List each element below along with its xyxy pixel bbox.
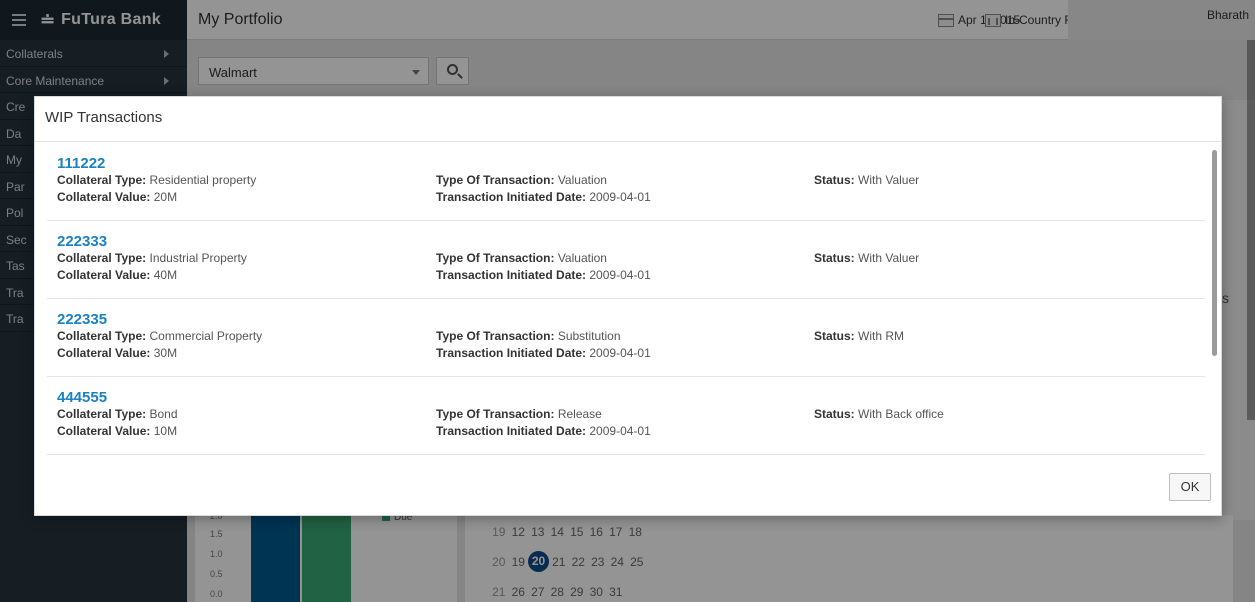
dialog-header: WIP Transactions <box>35 97 1221 142</box>
ok-button[interactable]: OK <box>1169 473 1211 501</box>
transaction-initiated-date-label: Transaction Initiated Date: <box>436 190 587 204</box>
transaction-initiated-date-value: 2009-04-01 <box>589 190 651 204</box>
collateral-type-field: Collateral Type: Residential property <box>57 173 256 187</box>
collateral-type-value: Bond <box>149 407 178 421</box>
page-scrollbar[interactable] <box>1247 40 1255 420</box>
transaction-initiated-date-label: Transaction Initiated Date: <box>436 268 587 282</box>
transaction-id-link[interactable]: 222333 <box>57 233 107 250</box>
transaction-initiated-date-label: Transaction Initiated Date: <box>436 346 587 360</box>
collateral-value-field: Collateral Value: 30M <box>57 346 177 360</box>
transaction-id-link[interactable]: 222335 <box>57 311 107 328</box>
transaction-status-label: Status: <box>814 407 855 421</box>
collateral-type-label: Collateral Type: <box>57 251 147 265</box>
transaction-initiated-date-value: 2009-04-01 <box>589 424 651 438</box>
type-of-transaction-field: Type Of Transaction: Valuation <box>436 251 607 265</box>
collateral-type-label: Collateral Type: <box>57 173 147 187</box>
transaction-row: 111222 Collateral Type: Residential prope… <box>47 143 1205 221</box>
transaction-status-field: Status: With RM <box>814 329 904 343</box>
transaction-initiated-date-label: Transaction Initiated Date: <box>436 424 587 438</box>
wip-transactions-dialog: WIP Transactions 111222 Collateral Type: … <box>34 96 1222 516</box>
collateral-type-value: Commercial Property <box>149 329 263 343</box>
transactions-list: 111222 Collateral Type: Residential prope… <box>35 143 1221 457</box>
transaction-initiated-date-field: Transaction Initiated Date: 2009-04-01 <box>436 346 651 360</box>
type-of-transaction-label: Type Of Transaction: <box>436 407 555 421</box>
transaction-id-link[interactable]: 111222 <box>57 155 105 172</box>
type-of-transaction-value: Substitution <box>557 329 621 343</box>
collateral-type-value: Residential property <box>149 173 257 187</box>
type-of-transaction-value: Valuation <box>557 251 607 265</box>
collateral-value-label: Collateral Value: <box>57 346 151 360</box>
transaction-initiated-date-value: 2009-04-01 <box>589 346 651 360</box>
transaction-status-value: With Valuer <box>858 251 920 265</box>
collateral-value-value: 40M <box>153 268 178 282</box>
collateral-type-label: Collateral Type: <box>57 329 147 343</box>
collateral-value-value: 30M <box>153 346 178 360</box>
type-of-transaction-value: Release <box>557 407 602 421</box>
type-of-transaction-field: Type Of Transaction: Release <box>436 407 602 421</box>
type-of-transaction-field: Type Of Transaction: Valuation <box>436 173 607 187</box>
collateral-value-field: Collateral Value: 20M <box>57 190 177 204</box>
collateral-value-label: Collateral Value: <box>57 268 151 282</box>
transaction-initiated-date-field: Transaction Initiated Date: 2009-04-01 <box>436 424 651 438</box>
type-of-transaction-field: Type Of Transaction: Substitution <box>436 329 621 343</box>
transaction-row: 222335 Collateral Type: Commercial Proper… <box>47 299 1205 377</box>
dialog-title: WIP Transactions <box>45 109 163 126</box>
transaction-status-label: Status: <box>814 173 855 187</box>
transaction-row: 444555 Collateral Type: Bond Collateral Va… <box>47 377 1205 455</box>
transaction-row: 222333 Collateral Type: Industrial Proper… <box>47 221 1205 299</box>
transaction-initiated-date-field: Transaction Initiated Date: 2009-04-01 <box>436 268 651 282</box>
collateral-value-field: Collateral Value: 40M <box>57 268 177 282</box>
transaction-status-value: With RM <box>858 329 905 343</box>
transaction-status-field: Status: With Valuer <box>814 251 919 265</box>
type-of-transaction-label: Type Of Transaction: <box>436 329 555 343</box>
type-of-transaction-label: Type Of Transaction: <box>436 251 555 265</box>
type-of-transaction-label: Type Of Transaction: <box>436 173 555 187</box>
transaction-status-label: Status: <box>814 329 855 343</box>
transaction-id-link[interactable]: 444555 <box>57 389 107 406</box>
collateral-value-label: Collateral Value: <box>57 190 151 204</box>
collateral-type-label: Collateral Type: <box>57 407 147 421</box>
transaction-status-value: With Valuer <box>858 173 920 187</box>
collateral-type-value: Industrial Property <box>149 251 247 265</box>
collateral-value-value: 10M <box>153 424 178 438</box>
collateral-type-field: Collateral Type: Commercial Property <box>57 329 262 343</box>
transaction-status-label: Status: <box>814 251 855 265</box>
transaction-status-field: Status: With Back office <box>814 407 944 421</box>
collateral-value-value: 20M <box>153 190 178 204</box>
transaction-status-value: With Back office <box>858 407 944 421</box>
transaction-initiated-date-field: Transaction Initiated Date: 2009-04-01 <box>436 190 651 204</box>
transaction-status-field: Status: With Valuer <box>814 173 919 187</box>
collateral-value-field: Collateral Value: 10M <box>57 424 177 438</box>
type-of-transaction-value: Valuation <box>557 173 607 187</box>
collateral-type-field: Collateral Type: Bond <box>57 407 178 421</box>
transaction-initiated-date-value: 2009-04-01 <box>589 268 651 282</box>
dialog-scrollbar[interactable] <box>1212 150 1217 356</box>
collateral-value-label: Collateral Value: <box>57 424 151 438</box>
collateral-type-field: Collateral Type: Industrial Property <box>57 251 247 265</box>
